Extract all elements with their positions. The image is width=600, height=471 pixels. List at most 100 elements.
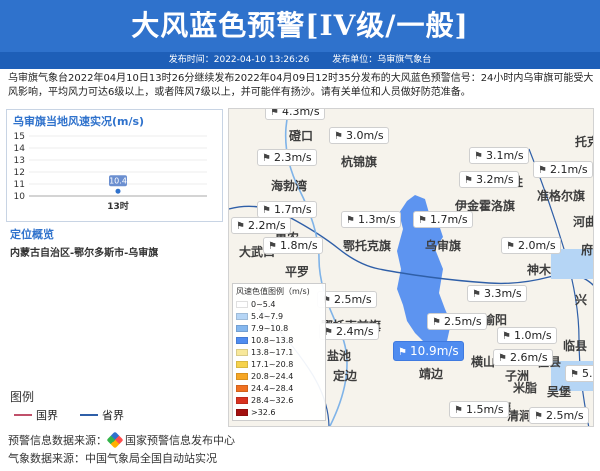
wind-station[interactable]: ⚑ 2.1m/s [533, 161, 593, 178]
legend-swatch [236, 336, 248, 344]
wind-station[interactable]: ⚑ 1.0m/s [497, 327, 557, 344]
legend-label: 20.8~24.4 [251, 371, 294, 381]
legend-label: 17.1~20.8 [251, 359, 294, 369]
location-title: 定位概览 [10, 228, 54, 241]
place-wubao: 吴堡 [547, 385, 572, 399]
place-mizhi: 米脂 [513, 381, 538, 395]
map-legend: 图例 国界 省界 [6, 388, 223, 426]
legend-label: >32.6 [251, 407, 276, 417]
footer: 预警信息数据来源： 国家预警信息发布中心 气象数据来源：中国气象局全国自动站实况 [8, 431, 235, 468]
place-shenmu: 神木 [527, 263, 552, 277]
alert-description: 乌审旗气象台2022年04月10日13时26分继续发布2022年04月09日12… [8, 73, 594, 98]
wind-icon: ⚑ [346, 215, 355, 226]
warning-source-name[interactable]: 国家预警信息发布中心 [125, 434, 235, 447]
legend-swatch [236, 312, 248, 320]
wind-station[interactable]: ⚑ 4.3m/s [265, 109, 325, 120]
legend-label: 0~5.4 [251, 299, 276, 309]
wind-station[interactable]: ⚑ 2.3m/s [257, 149, 317, 166]
wind-station[interactable]: ⚑ 1.7m/s [257, 201, 317, 218]
legend-item: 10.8~13.8 [236, 334, 322, 346]
wind-chart-svg: 10 11 12 13 14 15 10.4 13时 [14, 132, 207, 212]
legend-label: 24.4~28.4 [251, 383, 294, 393]
wind-station[interactable]: ⚑ 3.2m/s [459, 171, 519, 188]
wind-station[interactable]: ⚑ 1.8m/s [263, 237, 323, 254]
wind-color-legend: 风速色值图例（m/s) 0~5.4 5.4~7.9 7.9~10.8 10.8~13.… [232, 283, 326, 421]
wind-station[interactable]: ⚑ 2.2m/s [231, 217, 291, 234]
wind-icon: ⚑ [454, 405, 463, 416]
legend-item: 20.8~24.4 [236, 370, 322, 382]
legend-item: 7.9~10.8 [236, 322, 322, 334]
legend-swatch [236, 384, 248, 392]
data-label: 10.4 [109, 177, 127, 186]
legend-item: >32.6 [236, 406, 322, 418]
place-tuoke: 托克 [575, 135, 593, 149]
chart-title: 乌审旗当地风速实况(m/s) [13, 115, 145, 128]
wind-icon: ⚑ [398, 347, 407, 358]
place-zhungeerqi: 准格尔旗 [537, 189, 586, 203]
legend-national-border: 国界 [14, 407, 58, 423]
y-tick-label: 12 [14, 168, 25, 178]
legend-swatch [236, 396, 248, 404]
legend-swatch [236, 408, 248, 416]
wind-icon: ⚑ [534, 411, 543, 422]
place-yanchi: 盐池 [327, 349, 352, 363]
legend-swatch [236, 360, 248, 368]
publish-time: 发布时间：2022-04-10 13:26:26 [168, 55, 310, 65]
legend-rows: 0~5.4 5.4~7.9 7.9~10.8 10.8~13.8 13.8~17.1 17… [236, 298, 322, 418]
wind-icon: ⚑ [418, 215, 427, 226]
wind-station[interactable]: ⚑ 5. [565, 365, 593, 382]
wind-station[interactable]: ⚑ 2.4m/s [319, 323, 379, 340]
wind-station[interactable]: ⚑ 3.1m/s [469, 147, 529, 164]
legend-item: 13.8~17.1 [236, 346, 322, 358]
wind-station[interactable]: ⚑ 1.5m/s [449, 401, 509, 418]
wind-station[interactable]: ⚑ 2.0m/s [501, 237, 561, 254]
legend-swatch [236, 300, 248, 308]
place-etuokeqi: 鄂托克旗 [343, 239, 392, 253]
wind-station[interactable]: ⚑ 2.5m/s [427, 313, 487, 330]
wind-station[interactable]: ⚑ 1.3m/s [341, 211, 401, 228]
wind-icon: ⚑ [262, 153, 271, 164]
place-linxian: 临县 [563, 339, 588, 353]
y-tick-label: 10 [14, 192, 26, 202]
wind-station[interactable]: ⚑ 2.6m/s [493, 349, 553, 366]
legend-swatch [236, 348, 248, 356]
legend-item: 28.4~32.6 [236, 394, 322, 406]
place-dingbian: 定边 [333, 369, 358, 383]
map-legend-title: 图例 [10, 390, 35, 404]
publisher: 发布单位：乌审旗气象台 [332, 55, 432, 65]
wind-icon: ⚑ [570, 369, 579, 380]
y-tick-label: 14 [14, 144, 26, 154]
legend-swatch [236, 372, 248, 380]
wind-icon: ⚑ [474, 151, 483, 162]
y-tick-label: 11 [14, 180, 25, 190]
provincial-border-line [80, 414, 98, 416]
wind-icon: ⚑ [262, 205, 271, 216]
y-tick-label: 15 [14, 132, 25, 142]
wind-icon: ⚑ [538, 165, 547, 176]
legend-swatch [236, 324, 248, 332]
legend-label: 10.8~13.8 [251, 335, 294, 345]
wind-station[interactable]: ⚑ 2.5m/s [529, 407, 589, 424]
x-tick-label: 13时 [107, 200, 129, 212]
wind-icon: ⚑ [334, 131, 343, 142]
wind-station[interactable]: ⚑ 1.7m/s [413, 211, 473, 228]
wind-icon: ⚑ [498, 353, 507, 364]
wind-station[interactable]: ⚑ 3.3m/s [467, 285, 527, 302]
wind-station[interactable]: ⚑ 3.0m/s [329, 127, 389, 144]
place-hequ: 河曲 [573, 215, 593, 229]
wind-icon: ⚑ [268, 241, 277, 252]
legend-item: 5.4~7.9 [236, 310, 322, 322]
national-border-line [14, 414, 32, 416]
place-dengkou: 磴口 [289, 129, 314, 143]
place-jingbian: 靖边 [419, 367, 444, 381]
place-fu: 府 [581, 243, 594, 257]
alert-title: 大风蓝色预警[IV级/一般] [0, 0, 600, 52]
legend-label: 7.9~10.8 [251, 323, 289, 333]
wind-icon: ⚑ [506, 241, 515, 252]
wind-icon: ⚑ [464, 175, 473, 186]
warning-center-logo-icon [106, 431, 124, 449]
wind-icon: ⚑ [502, 331, 511, 342]
legend-label: 28.4~32.6 [251, 395, 294, 405]
place-hengshan: 横山 [471, 355, 496, 369]
wind-station-highlight[interactable]: ⚑ 10.9m/s [393, 341, 464, 361]
